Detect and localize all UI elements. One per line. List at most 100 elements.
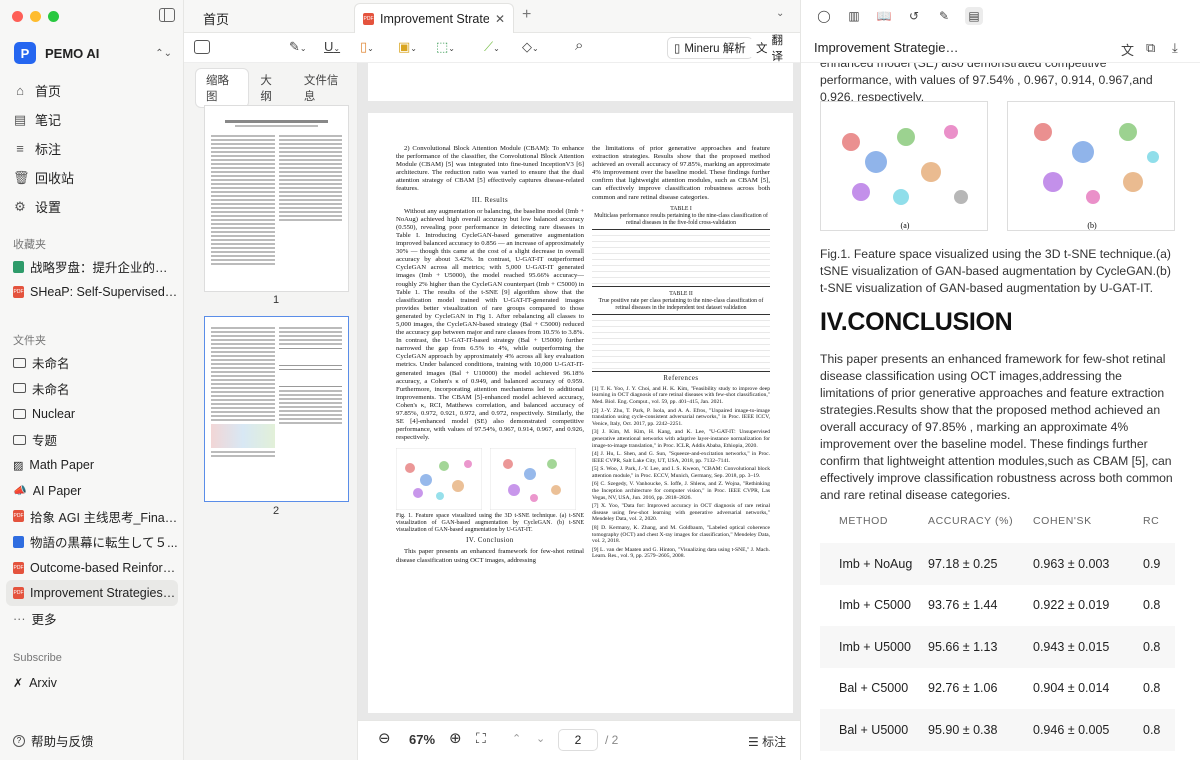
pdf-toolbar: ✎⌄ U⌄ ▯⌄ ▣⌄ ⬚⌄ ⟋⌄ ◇⌄ ⌕ ▯ Mineru 解析 文 翻译 [184, 33, 800, 63]
thumbnail-panel-toggle-icon[interactable] [194, 40, 210, 54]
pdf-paragraph: This paper presents an enhanced framewor… [396, 548, 584, 564]
table-header: COHEN'SK [1033, 515, 1092, 527]
table-row: Imb + NoAug 97.18 ± 0.25 0.963 ± 0.003 0… [820, 543, 1175, 585]
viewer-bottom-bar: ⊖ 67% ⊕ ⛶ ⌃ ⌄ 2 / 2 ☰ 标注 [358, 720, 800, 760]
close-tab-icon[interactable]: ✕ [495, 12, 505, 26]
tab-home[interactable]: 首页 [203, 9, 229, 28]
window-controls [12, 11, 59, 22]
page-number-1: 1 [272, 294, 280, 306]
folder-item[interactable]: 专题 [6, 427, 178, 453]
folder-item[interactable]: 未命名 [6, 376, 178, 402]
zoom-window-button[interactable] [48, 11, 59, 22]
minimize-window-button[interactable] [30, 11, 41, 22]
pdf-viewer[interactable]: 2) Convolutional Block Attention Module … [358, 63, 800, 720]
table-row: Bal + U5000 95.90 ± 0.38 0.946 ± 0.005 0… [820, 709, 1175, 751]
page-number-input[interactable]: 2 [558, 729, 598, 751]
folder-item[interactable]: 未命名 [6, 350, 178, 376]
highlighter-icon[interactable]: ✎⌄ [289, 39, 307, 55]
conclusion-paragraph: This paper presents an enhanced framewor… [820, 352, 1173, 502]
annotation-label: 标注 [762, 735, 787, 749]
table-header-row: METHOD ACCURACY (%) COHEN'SK RC [820, 499, 1175, 543]
file-item[interactable]: PDF 拾象 AGI 主线思考_Final_... [6, 504, 178, 530]
favorite-item[interactable]: 战略罗盘：提升企业的战略... [6, 254, 178, 280]
file-item[interactable]: 物語の黒幕に転生して５... [6, 529, 178, 555]
table-cell: 0.8 [1143, 681, 1161, 696]
area-select-icon[interactable]: ⬚⌄ [436, 39, 455, 55]
underline-icon[interactable]: U⌄ [324, 39, 340, 54]
tab-document[interactable]: PDF Improvement Strategi ✕ [354, 3, 514, 33]
reference-item: [1] T. K. Yoo, J. Y. Choi, and H. K. Kim… [592, 385, 770, 405]
history-icon[interactable]: ↺ [905, 7, 923, 25]
new-tab-icon[interactable]: + [522, 6, 531, 24]
nav-item-settings[interactable]: ⚙ 设置 [6, 192, 178, 221]
home-icon: ⌂ [16, 83, 24, 98]
page-thumbnail-2[interactable] [204, 316, 349, 502]
nav-label: 设置 [35, 200, 62, 215]
bookmark-icon[interactable]: ▯⌄ [360, 39, 374, 55]
table-cell: 0.8 [1143, 639, 1161, 654]
table-cell: Imb + NoAug [839, 556, 913, 571]
tsne-plot-b [490, 448, 576, 511]
document-icon[interactable]: ▤ [965, 7, 983, 25]
zoom-in-icon[interactable]: ⊕ [449, 729, 462, 747]
help-feedback-button[interactable]: ? 帮助与反馈 [13, 731, 94, 750]
annotation-toggle[interactable]: ☰ 标注 [748, 733, 786, 750]
favorite-item[interactable]: PDF SHeaP: Self-Supervised Hea... [6, 280, 178, 306]
nav-item-notes[interactable]: ▤ 笔记 [6, 105, 178, 134]
textbox-icon[interactable]: ▣⌄ [398, 39, 417, 55]
pdf-figure-1 [396, 448, 584, 511]
nav-item-annotations[interactable]: ≡ 标注 [6, 134, 178, 163]
search-icon[interactable]: ⌕ [575, 37, 583, 54]
right-panel-header: Improvement Strategies f... 文 ⧉ ⤓ [801, 33, 1200, 63]
download-icon[interactable]: ⤓ [1172, 40, 1178, 56]
mineru-parse-button[interactable]: ▯ Mineru 解析 [667, 37, 753, 59]
eraser-icon[interactable]: ◇⌄ [522, 39, 539, 55]
pen-icon[interactable]: ✎ [935, 7, 953, 25]
tab-thumbnails[interactable]: 缩略图 [196, 69, 249, 107]
chevron-down-icon[interactable]: ⌄ [776, 8, 784, 19]
page-thumbnail-1[interactable] [204, 105, 349, 292]
folder-item[interactable]: ▨ Math Paper [6, 452, 178, 478]
zoom-level[interactable]: 67% [409, 732, 435, 747]
table-row: Bal + C5000 92.76 ± 1.06 0.904 ± 0.014 0… [820, 668, 1175, 710]
folder-icon [13, 357, 26, 368]
folder-item[interactable]: 📣 AI Paper [6, 478, 178, 504]
pdf-icon: PDF [363, 12, 374, 25]
copy-icon[interactable]: ⧉ [1146, 40, 1155, 56]
next-page-icon[interactable]: ⌄ [536, 732, 545, 745]
sidebar-toggle-icon[interactable] [159, 8, 175, 22]
pdf-figure-caption: Fig. 1. Feature space visualized using t… [396, 513, 584, 534]
right-panel-tabs: ◯ ▥ 📖 ↺ ✎ ▤ [815, 7, 983, 25]
translate-icon: 文 [756, 43, 768, 55]
reference-item: [2] J.-Y. Zhu, T. Park, P. Isola, and A.… [592, 407, 770, 427]
workspace-switcher[interactable]: P PEMO AI ⌃⌄ [14, 42, 172, 64]
map-icon[interactable]: ▥ [845, 7, 863, 25]
reference-item: [8] D. Kermany, K. Zhang, and M. Goldbau… [592, 525, 770, 545]
tab-outline[interactable]: 大纲 [250, 69, 292, 107]
pdf-table-2 [592, 313, 770, 372]
pdf-table-1-title: TABLE I Multiclass performance results p… [594, 205, 768, 226]
nav-item-home[interactable]: ⌂ 首页 [6, 76, 178, 105]
tab-file-info[interactable]: 文件信息 [294, 69, 357, 107]
close-window-button[interactable] [12, 11, 23, 22]
translate-button[interactable]: 文 翻译 [750, 35, 800, 63]
thumbnail-panel: 缩略图 大纲 文件信息 1 2 [184, 63, 358, 760]
right-panel-scrollbar[interactable] [1188, 63, 1200, 760]
zoom-out-icon[interactable]: ⊖ [378, 729, 391, 747]
subscribe-item-arxiv[interactable]: ✗ Arxiv [6, 670, 178, 696]
image-icon: ▨ [13, 459, 24, 472]
fit-page-icon[interactable]: ⛶ [476, 730, 486, 747]
folder-item[interactable]: Nuclear [6, 401, 178, 427]
file-item[interactable]: PDF Outcome-based Reinforcem... [6, 555, 178, 581]
translate-icon[interactable]: 文 [1121, 40, 1134, 59]
folder-icon [13, 434, 26, 445]
prev-page-icon[interactable]: ⌃ [512, 732, 521, 745]
pdf-column-right: the limitations of prior generative appr… [592, 145, 770, 562]
more-button[interactable]: ··· 更多 [6, 606, 178, 632]
nav-item-trash[interactable]: 🗑 回收站 [6, 163, 178, 192]
book-icon[interactable]: 📖 [875, 7, 893, 25]
magic-wand-icon[interactable]: ⟋⌄ [484, 39, 500, 55]
file-item-active[interactable]: PDF Improvement Strategies f... [6, 580, 178, 606]
chat-icon[interactable]: ◯ [815, 7, 833, 25]
favorites-list: 战略罗盘：提升企业的战略... PDF SHeaP: Self-Supervise… [6, 254, 178, 305]
